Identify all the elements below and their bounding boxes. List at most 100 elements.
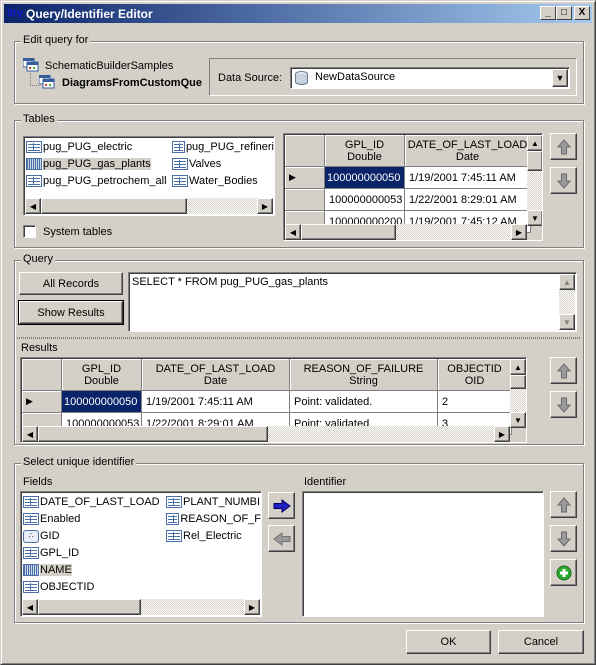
tables-list[interactable]: pug_PUG_electric pug_PUG_gas_plants pug_… xyxy=(23,136,275,216)
fields-list-hscrollbar[interactable]: ◀ ▶ xyxy=(22,599,260,615)
scroll-thumb[interactable] xyxy=(527,151,542,171)
scroll-down-button[interactable]: ▼ xyxy=(559,314,575,330)
scroll-up-button[interactable]: ▲ xyxy=(510,359,526,375)
scroll-left-button[interactable]: ◀ xyxy=(22,599,38,615)
results-vscrollbar[interactable]: ▲ ▼ xyxy=(510,359,526,428)
field-item[interactable]: GPL_ID xyxy=(23,545,79,561)
field-item[interactable]: OBJECTID xyxy=(23,579,94,595)
grid-cell-selected[interactable]: 100000000050 xyxy=(62,391,142,413)
field-item[interactable]: DATE_OF_LAST_LOAD xyxy=(23,494,160,510)
scroll-thumb[interactable] xyxy=(41,198,187,214)
add-green-plus-icon xyxy=(556,565,571,580)
grid-cell[interactable]: 1/22/2001 8:29:01 AM xyxy=(405,189,531,211)
column-header[interactable]: DATE_OF_LAST_LOAD Date xyxy=(405,135,531,167)
field-item[interactable]: Enabled xyxy=(23,511,80,527)
table-item[interactable]: pug_PUG_electric xyxy=(26,139,132,155)
column-header[interactable]: GPL_ID Double xyxy=(62,359,142,391)
field-item[interactable]: PLANT_NUMBI xyxy=(166,494,261,510)
scroll-right-button[interactable]: ▶ xyxy=(257,198,273,214)
tables-group-label: Tables xyxy=(21,113,57,125)
table-preview-hscrollbar[interactable]: ◀ ▶ xyxy=(285,224,527,240)
maximize-button[interactable]: □ xyxy=(556,6,572,20)
grid-cell[interactable]: 2 xyxy=(438,391,512,413)
move-up-button[interactable] xyxy=(550,133,577,160)
results-move-up-button[interactable] xyxy=(550,357,577,384)
minimize-button[interactable]: _ xyxy=(540,6,556,20)
database-icon xyxy=(295,71,308,85)
results-grid[interactable]: GPL_ID Double DATE_OF_LAST_LOAD Date REASO… xyxy=(20,357,527,443)
grid-cell[interactable]: Point: validated. xyxy=(290,391,438,413)
move-down-button[interactable] xyxy=(550,167,577,194)
table-icon xyxy=(172,141,185,153)
column-header[interactable]: OBJECTID OID xyxy=(438,359,512,391)
identifier-move-down-button[interactable] xyxy=(550,525,577,552)
field-item[interactable]: REASON_OF_F xyxy=(166,511,261,527)
data-source-value: NewDataSource xyxy=(315,71,396,83)
field-icon xyxy=(166,496,182,508)
field-item-selected[interactable]: NAME xyxy=(23,562,72,578)
field-icon xyxy=(166,513,180,525)
table-item-selected[interactable]: pug_PUG_gas_plants xyxy=(26,156,151,172)
sql-query-text: SELECT * FROM pug_PUG_gas_plants xyxy=(132,276,329,288)
grid-cell[interactable]: 1/19/2001 7:45:11 AM xyxy=(405,167,531,189)
query-results-splitter[interactable] xyxy=(17,337,580,339)
scroll-thumb[interactable] xyxy=(301,224,396,240)
table-item[interactable]: pug_PUG_petrochem_all xyxy=(26,173,167,189)
field-icon xyxy=(23,547,39,559)
scroll-left-button[interactable]: ◀ xyxy=(25,198,41,214)
close-button[interactable]: X xyxy=(574,6,590,20)
scroll-down-button[interactable]: ▼ xyxy=(510,412,526,428)
scroll-right-button[interactable]: ▶ xyxy=(494,426,510,442)
identifier-add-button[interactable] xyxy=(550,559,577,586)
scroll-right-button[interactable]: ▶ xyxy=(511,224,527,240)
column-header[interactable]: GPL_ID Double xyxy=(325,135,405,167)
grid-cell-selected[interactable]: 100000000050 xyxy=(325,167,405,189)
tree-node-dataset[interactable]: SchematicBuilderSamples xyxy=(45,60,173,72)
title-bar[interactable]: Qry Query/Identifier Editor _ □ X xyxy=(4,4,592,23)
cancel-button[interactable]: Cancel xyxy=(498,630,584,654)
grid-cell[interactable]: 1/19/2001 7:45:11 AM xyxy=(142,391,290,413)
fields-list[interactable]: DATE_OF_LAST_LOAD Enabled ∴ GID GPL_ID NA… xyxy=(20,491,262,617)
table-preview-grid[interactable]: GPL_ID Double DATE_OF_LAST_LOAD Date ▶ 100… xyxy=(283,133,543,241)
row-header[interactable] xyxy=(285,189,325,211)
scroll-right-button[interactable]: ▶ xyxy=(244,599,260,615)
data-source-dropdown-button[interactable]: ▼ xyxy=(552,69,568,87)
field-item[interactable]: Rel_Electric xyxy=(166,528,242,544)
table-item[interactable]: pug_PUG_refineri xyxy=(172,139,274,155)
results-hscrollbar[interactable]: ◀ ▶ xyxy=(22,426,510,442)
results-move-down-button[interactable] xyxy=(550,391,577,418)
sql-vscrollbar[interactable]: ▲ ▼ xyxy=(559,274,575,330)
system-tables-checkbox[interactable] xyxy=(23,225,36,238)
column-header[interactable]: DATE_OF_LAST_LOAD Date xyxy=(142,359,290,391)
identifier-move-up-button[interactable] xyxy=(550,491,577,518)
sql-query-textarea[interactable]: SELECT * FROM pug_PUG_gas_plants ▲ ▼ xyxy=(128,272,577,332)
table-icon xyxy=(172,175,188,187)
column-header[interactable]: REASON_OF_FAILURE String xyxy=(290,359,438,391)
scroll-thumb[interactable] xyxy=(38,599,141,615)
scroll-up-button[interactable]: ▲ xyxy=(559,274,575,290)
scroll-left-button[interactable]: ◀ xyxy=(22,426,38,442)
scroll-left-button[interactable]: ◀ xyxy=(285,224,301,240)
table-preview-vscrollbar[interactable]: ▲ ▼ xyxy=(527,135,542,226)
scroll-down-button[interactable]: ▼ xyxy=(527,210,542,226)
row-header-current[interactable]: ▶ xyxy=(22,391,62,413)
scroll-thumb[interactable] xyxy=(510,375,526,389)
data-source-combobox[interactable]: NewDataSource ▼ xyxy=(290,67,570,89)
scroll-thumb[interactable] xyxy=(38,426,268,442)
tree-node-template[interactable]: DiagramsFromCustomQue xyxy=(62,77,203,89)
identifier-list[interactable] xyxy=(302,491,544,617)
scroll-up-button[interactable]: ▲ xyxy=(527,135,542,151)
current-row-indicator-icon: ▶ xyxy=(289,172,296,182)
field-item[interactable]: ∴ GID xyxy=(23,528,60,544)
table-item[interactable]: Water_Bodies xyxy=(172,173,258,189)
remove-field-from-identifier-button[interactable] xyxy=(268,525,295,552)
field-icon xyxy=(23,581,39,593)
show-results-button[interactable]: Show Results xyxy=(18,300,124,325)
row-header-current[interactable]: ▶ xyxy=(285,167,325,189)
all-records-button[interactable]: All Records xyxy=(19,272,123,295)
ok-button[interactable]: OK xyxy=(406,630,491,654)
grid-cell[interactable]: 100000000053 xyxy=(325,189,405,211)
tables-list-hscrollbar[interactable]: ◀ ▶ xyxy=(25,198,273,214)
add-field-to-identifier-button[interactable] xyxy=(268,492,295,519)
table-item[interactable]: Valves xyxy=(172,156,221,172)
